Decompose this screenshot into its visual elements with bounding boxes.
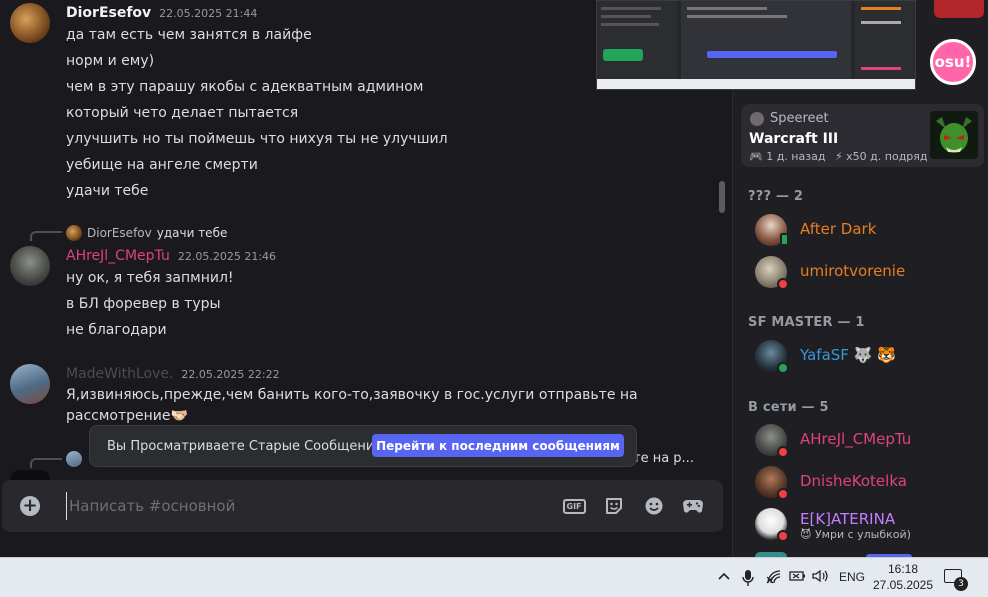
- member-item[interactable]: E[K]ATERINA 😈 Умри с улыбкой): [755, 506, 975, 550]
- member-name: After Dark: [800, 220, 877, 238]
- windows-taskbar: ENG 16:18 27.05.2025 3: [0, 557, 988, 597]
- avatar: [750, 111, 764, 126]
- app-thumbnail[interactable]: [934, 0, 984, 18]
- plus-icon[interactable]: +: [20, 496, 40, 516]
- gamepad-icon[interactable]: [682, 495, 704, 517]
- emoji-icon[interactable]: [643, 495, 665, 517]
- message-line: уебище на ангеле смерти: [66, 157, 258, 173]
- reply-author[interactable]: DiorEsefov: [87, 226, 152, 240]
- member-name: YafaSF: [800, 346, 849, 364]
- message-line: да там есть чем занятся в лайфе: [66, 27, 312, 43]
- member-name: AHreJl_CMepTu: [800, 430, 912, 448]
- volume-icon[interactable]: [812, 569, 830, 587]
- reply-preview[interactable]: DiorEsefov удачи тебе: [66, 225, 227, 241]
- sticker-icon[interactable]: [603, 495, 625, 517]
- member-item[interactable]: DnisheKotelka: [755, 464, 975, 504]
- member-badges: 🐺 🐯: [853, 346, 896, 364]
- game-art: [930, 111, 978, 159]
- message-author[interactable]: AHreJl_CMepTu: [66, 248, 170, 264]
- lightning-icon: ⚡: [834, 150, 843, 163]
- battery-icon[interactable]: [789, 569, 807, 587]
- avatar: [10, 470, 50, 480]
- network-icon[interactable]: [766, 569, 782, 589]
- message-timestamp: 22.05.2025 21:46: [177, 250, 277, 263]
- activity-time-ago: 1 д. назад: [766, 150, 826, 163]
- member-section-header: ??? — 2: [748, 189, 804, 204]
- notification-icon[interactable]: 3: [944, 567, 968, 591]
- message-input[interactable]: [66, 492, 536, 520]
- gamepad-icon: 🎮: [749, 150, 763, 163]
- member-name: umirotvorenie: [800, 262, 906, 280]
- reply-connector: [30, 231, 62, 241]
- old-messages-banner: Вы Просматриваете Старые Сообщения Перей…: [89, 425, 637, 467]
- dnd-status-icon: [777, 278, 789, 290]
- activity-streak: x50 д. подряд: [846, 150, 928, 163]
- member-section-header: SF MASTER — 1: [748, 315, 865, 330]
- activity-meta: 🎮 1 д. назад ⚡ x50 д. подряд: [749, 150, 928, 163]
- jump-to-present-button[interactable]: Перейти к последним сообщениям: [372, 434, 624, 457]
- dnd-status-icon: [777, 488, 789, 500]
- notification-count: 3: [954, 577, 968, 591]
- online-status-icon: [777, 362, 789, 374]
- language-indicator[interactable]: ENG: [839, 570, 865, 584]
- message-line: ну ок, я тебя запмнил!: [66, 270, 234, 286]
- stream-preview[interactable]: [596, 0, 916, 90]
- message-line: не благодари: [66, 322, 167, 338]
- message-line: который чето делает пытается: [66, 105, 299, 121]
- message-group: MadeWithLove. 22.05.2025 22:22 Я,извиняюс…: [0, 362, 715, 432]
- member-name: DnisheKotelka: [800, 472, 907, 490]
- clock-date: 27.05.2025: [872, 578, 934, 592]
- message-timestamp: 22.05.2025 21:44: [159, 7, 258, 20]
- message-line: чем в эту парашу якобы с адекватным адми…: [66, 79, 424, 95]
- activity-card[interactable]: Speereet Warcraft III 🎮 1 д. назад ⚡ x50…: [741, 104, 984, 167]
- old-messages-text: Вы Просматриваете Старые Сообщения: [107, 438, 383, 454]
- message-line: в БЛ форевер в туры: [66, 296, 221, 312]
- microphone-icon[interactable]: [742, 569, 754, 591]
- member-custom-status: 😈 Умри с улыбкой): [800, 528, 911, 541]
- message-line: норм и ему): [66, 53, 155, 69]
- message-line: рассмотрение🫱🏻‍🫲🏼: [66, 408, 188, 424]
- reply-avatar: [66, 451, 82, 467]
- message-timestamp: 22.05.2025 22:22: [181, 368, 280, 381]
- message-line: улучшить но ты поймешь что нихуя ты не у…: [66, 131, 448, 147]
- dnd-status-icon: [777, 530, 789, 542]
- osu-activity-icon[interactable]: osu!: [928, 32, 978, 92]
- osu-logo: osu!: [930, 39, 976, 85]
- clock-time: 16:18: [887, 562, 919, 576]
- mobile-status-icon: [780, 233, 789, 246]
- message-group: DiorEsefov удачи тебе AHreJl_CMepTu 22.05…: [0, 222, 715, 342]
- avatar[interactable]: [10, 246, 50, 286]
- gif-label: GIF: [562, 498, 586, 514]
- dnd-status-icon: [777, 446, 789, 458]
- reply-connector: [30, 458, 62, 468]
- reply-text: те на р...: [633, 451, 694, 466]
- member-item[interactable]: AHreJl_CMepTu: [755, 422, 975, 462]
- activity-game: Warcraft III: [749, 131, 839, 147]
- message-composer: + GIF: [2, 480, 723, 532]
- clock[interactable]: 16:18 27.05.2025: [872, 561, 934, 593]
- member-item[interactable]: YafaSF 🐺 🐯: [755, 338, 975, 378]
- member-item[interactable]: After Dark: [755, 212, 975, 252]
- avatar[interactable]: [10, 3, 50, 43]
- gif-icon[interactable]: GIF: [562, 495, 586, 517]
- stream-preview-taskbar: [597, 79, 915, 89]
- activity-user: Speereet: [770, 111, 829, 126]
- member-section-header: В сети — 5: [748, 400, 829, 415]
- message-author[interactable]: DiorEsefov: [66, 5, 151, 21]
- message-line: удачи тебе: [66, 183, 149, 199]
- member-name: E[K]ATERINA: [800, 510, 896, 528]
- reply-text: удачи тебе: [156, 226, 228, 240]
- chevron-up-icon[interactable]: [717, 569, 731, 587]
- stream-preview-image: [597, 1, 915, 79]
- member-item[interactable]: umirotvorenie: [755, 254, 975, 294]
- reply-avatar: [66, 225, 82, 241]
- avatar[interactable]: [10, 364, 50, 404]
- message-author[interactable]: MadeWithLove.: [66, 366, 173, 382]
- scrollbar-thumb[interactable]: [719, 181, 725, 213]
- message-line: Я,извиняюсь,прежде,чем банить кого-то,за…: [66, 387, 638, 403]
